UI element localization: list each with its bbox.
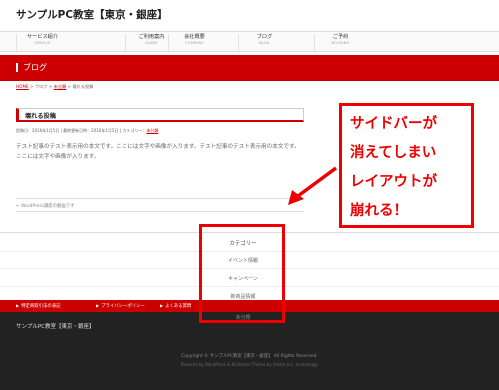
nav-sublabel: BLOG bbox=[259, 41, 270, 45]
footer-link-privacy[interactable]: ▶ プライバシーポリシー bbox=[96, 303, 145, 309]
arrow-icon: ▶ bbox=[16, 303, 20, 308]
nav-sublabel: BOOKING bbox=[331, 41, 350, 45]
page-header-bar bbox=[0, 55, 499, 81]
nav-label: ブログ bbox=[256, 34, 273, 40]
annotation-callout: サイドバーが 消えてしまい レイアウトが 崩れる！ bbox=[339, 103, 474, 228]
post-meta-text: 投稿日：2016年1月5日 | 最終更新日時：2016年1月5日 | カテゴリー… bbox=[16, 128, 147, 133]
arrow-icon: ▶ bbox=[160, 303, 164, 308]
nav-item-booking[interactable]: ご予約 BOOKING bbox=[314, 34, 366, 51]
nav-item-company[interactable]: 会社概要 COMPANY bbox=[168, 34, 220, 51]
annotation-highlight-box bbox=[199, 224, 285, 323]
global-nav: サービス紹介 SERVICE ご利用案内 GUIDE 会社概要 COMPANY … bbox=[0, 31, 499, 52]
post-divider bbox=[16, 198, 304, 199]
post-title: 壊れる投稿 bbox=[25, 113, 56, 120]
breadcrumb: HOME > ブログ > 未分類 > 壊れる投稿 bbox=[16, 84, 93, 90]
prev-post-link[interactable]: ← WordPress講座の動画です bbox=[16, 203, 75, 209]
footer-link-legal[interactable]: ▶ 特定商取引法の表記 bbox=[16, 303, 61, 309]
nav-item-service[interactable]: サービス紹介 SERVICE bbox=[16, 34, 68, 51]
post-meta: 投稿日：2016年1月5日 | 最終更新日時：2016年1月5日 | カテゴリー… bbox=[16, 128, 158, 134]
post-body: テスト記事のテスト表示用の本文です。ここには文字や画像が入ります。テスト記事のテ… bbox=[16, 144, 300, 160]
arrow-icon: ▶ bbox=[96, 303, 100, 308]
footer-site-name[interactable]: サンプルPC教室【東京・銀座】 bbox=[16, 322, 95, 330]
page-heading: ブログ bbox=[16, 62, 47, 73]
arrow-shaft bbox=[296, 166, 338, 198]
nav-item-blog[interactable]: ブログ BLOG bbox=[238, 34, 290, 51]
post-meta-category-link[interactable]: 未分類 bbox=[146, 128, 158, 133]
powered-by: Powered by WordPress & BizVektor Theme b… bbox=[180, 362, 319, 367]
annotation-line: サイドバーが bbox=[350, 116, 437, 132]
post-title-box: 壊れる投稿 bbox=[16, 108, 304, 122]
copyright: Copyright © サンプルPC教室【東京・銀座】 All Rights R… bbox=[181, 354, 318, 359]
page-heading-text: ブログ bbox=[23, 63, 47, 72]
footer-link-label: よくある質問 bbox=[165, 304, 192, 309]
footer-link-faq[interactable]: ▶ よくある質問 bbox=[160, 303, 191, 309]
post-divider bbox=[16, 211, 304, 212]
nav-sublabel: SERVICE bbox=[34, 41, 51, 45]
footer-link-label: プライバシーポリシー bbox=[101, 304, 145, 309]
nav-label: ご予約 bbox=[332, 34, 349, 40]
breadcrumb-category[interactable]: 未分類 bbox=[54, 84, 67, 89]
breadcrumb-separator: > ブログ > bbox=[28, 84, 54, 89]
breadcrumb-current: 壊れる投稿 bbox=[72, 84, 94, 89]
site-title[interactable]: サンプルPC教室【東京・銀座】 bbox=[16, 7, 168, 22]
heading-divider bbox=[16, 63, 18, 72]
footer-link-label: 特定商取引法の表記 bbox=[21, 304, 61, 309]
nav-label: サービス紹介 bbox=[26, 34, 59, 40]
nav-label: 会社概要 bbox=[184, 34, 205, 40]
annotation-line: 消えてしまい bbox=[350, 145, 437, 161]
annotation-line: レイアウトが bbox=[350, 174, 437, 190]
nav-sublabel: COMPANY bbox=[185, 41, 204, 45]
breadcrumb-home[interactable]: HOME bbox=[16, 84, 29, 89]
annotation-line: 崩れる！ bbox=[350, 203, 408, 219]
